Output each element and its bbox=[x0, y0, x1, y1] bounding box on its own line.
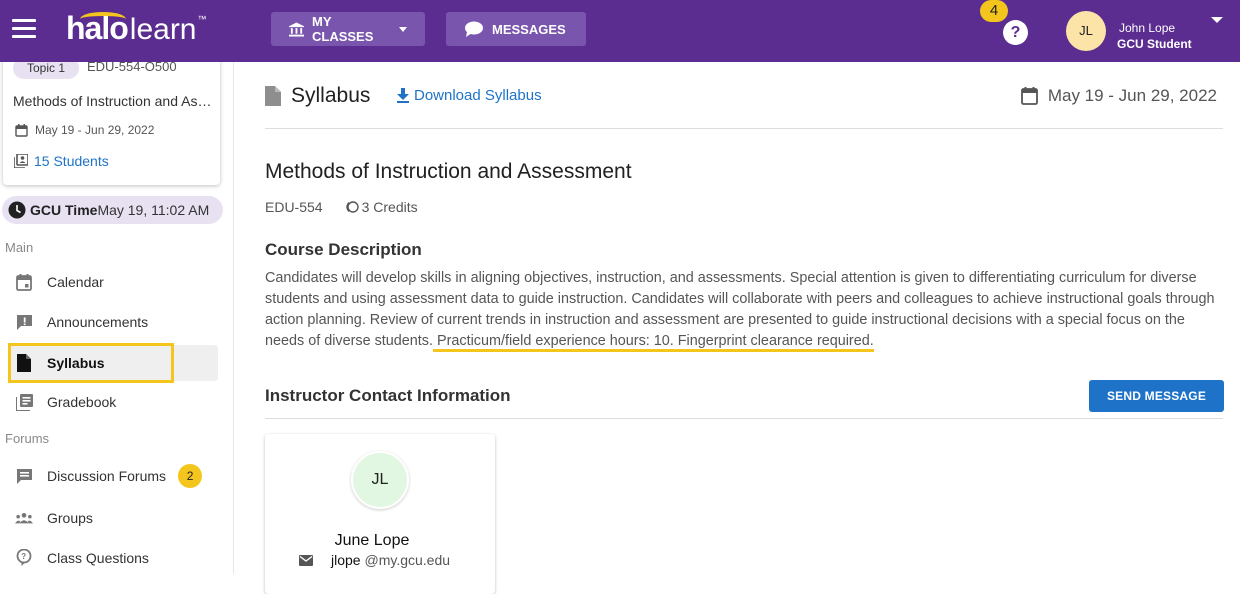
main-content: Syllabus Download Syllabus May 19 - Jun … bbox=[234, 62, 1240, 594]
sidebar-item-label: Groups bbox=[47, 510, 93, 526]
calendar-icon bbox=[15, 273, 33, 291]
header-divider bbox=[265, 128, 1223, 129]
course-meta: EDU-554 3 Credits bbox=[265, 199, 418, 215]
gradebook-icon bbox=[15, 393, 33, 411]
clock-icon bbox=[8, 201, 26, 219]
forum-count-badge: 2 bbox=[178, 464, 203, 488]
send-message-button[interactable]: SEND MESSAGE bbox=[1089, 380, 1224, 412]
sidebar: Topic 1 EDU-554-O500 Methods of Instruct… bbox=[0, 62, 234, 574]
top-bar: halolearn™ MY CLASSES MESSAGES 4 ? JL Jo… bbox=[0, 0, 1240, 62]
class-course-code: EDU-554-O500 bbox=[87, 62, 177, 74]
class-card[interactable]: Topic 1 EDU-554-O500 Methods of Instruct… bbox=[3, 62, 220, 185]
students-link[interactable]: 15 Students bbox=[14, 153, 109, 169]
my-classes-label: MY CLASSES bbox=[312, 14, 374, 44]
instructor-avatar: JL bbox=[351, 451, 409, 509]
document-icon bbox=[265, 86, 281, 106]
sidebar-item-class-questions[interactable]: ? Class Questions bbox=[8, 540, 218, 574]
instructor-email-domain[interactable]: @my.gcu.edu bbox=[364, 552, 450, 568]
user-avatar[interactable]: JL bbox=[1066, 11, 1106, 51]
messages-label: MESSAGES bbox=[492, 21, 566, 37]
download-icon bbox=[397, 88, 409, 103]
syllabus-highlight-box bbox=[8, 343, 174, 383]
announcement-icon bbox=[15, 313, 33, 331]
course-description-heading: Course Description bbox=[265, 240, 422, 259]
gcu-time-value: May 19, 11:02 AM bbox=[97, 202, 210, 218]
chevron-down-icon bbox=[399, 26, 407, 32]
my-classes-button[interactable]: MY CLASSES bbox=[271, 12, 425, 46]
gcu-time-label: GCU Time bbox=[30, 202, 98, 218]
class-title: Methods of Instruction and Assessment bbox=[13, 93, 213, 109]
sidebar-item-announcements[interactable]: Announcements bbox=[8, 304, 218, 340]
instructor-card: JL June Lope jlope @my.gcu.edu bbox=[265, 434, 495, 594]
user-menu-chevron-icon[interactable] bbox=[1211, 17, 1223, 23]
instructor-contact-heading: Instructor Contact Information bbox=[265, 386, 511, 405]
course-date-range-text: May 19 - Jun 29, 2022 bbox=[1047, 86, 1217, 105]
messages-button[interactable]: MESSAGES bbox=[446, 12, 586, 46]
user-name[interactable]: John Lope bbox=[1119, 21, 1175, 35]
course-description-highlight: Practicum/field experience hours: 10. Fi… bbox=[433, 333, 874, 352]
hamburger-menu-icon[interactable] bbox=[12, 19, 36, 39]
sidebar-item-groups[interactable]: Groups bbox=[8, 500, 218, 536]
calendar-icon bbox=[15, 123, 28, 137]
instructor-name: June Lope bbox=[334, 532, 410, 549]
students-link-text[interactable]: 15 Students bbox=[34, 153, 109, 169]
user-role: GCU Student bbox=[1117, 37, 1192, 51]
course-title: Methods of Instruction and Assessment bbox=[265, 160, 632, 183]
page-title: Syllabus bbox=[291, 84, 371, 107]
roster-icon bbox=[14, 154, 28, 168]
course-date-range: May 19 - Jun 29, 2022 bbox=[1020, 86, 1217, 106]
course-description: Candidates will develop skills in aligni… bbox=[265, 268, 1223, 352]
sidebar-item-label: Class Questions bbox=[47, 550, 149, 566]
contact-divider bbox=[265, 418, 1223, 419]
sidebar-item-label: Calendar bbox=[47, 274, 104, 290]
sidebar-item-gradebook[interactable]: Gradebook bbox=[8, 384, 218, 420]
forum-icon bbox=[15, 467, 33, 485]
credits: 3 Credits bbox=[345, 199, 418, 215]
section-main-label: Main bbox=[5, 240, 34, 255]
help-icon[interactable]: ? bbox=[1003, 20, 1028, 45]
class-dates: May 19 - Jun 29, 2022 bbox=[15, 123, 154, 137]
sidebar-item-discussion-forums[interactable]: Discussion Forums 2 bbox=[8, 458, 218, 494]
groups-icon bbox=[15, 509, 33, 527]
mail-icon bbox=[299, 554, 313, 566]
help-notification-badge: 4 bbox=[980, 0, 1008, 22]
download-syllabus-label[interactable]: Download Syllabus bbox=[414, 87, 542, 104]
institution-icon bbox=[289, 21, 304, 37]
sidebar-item-calendar[interactable]: Calendar bbox=[8, 264, 218, 300]
question-icon: ? bbox=[15, 549, 33, 567]
topic-chip[interactable]: Topic 1 bbox=[13, 62, 79, 79]
sidebar-item-label: Announcements bbox=[47, 314, 149, 330]
calendar-icon bbox=[1020, 87, 1038, 105]
sidebar-item-label: Discussion Forums bbox=[47, 468, 167, 484]
credits-icon bbox=[345, 201, 359, 213]
gcu-time-chip: GCU Time May 19, 11:02 AM bbox=[2, 196, 223, 224]
sidebar-item-label: Gradebook bbox=[47, 394, 117, 410]
halo-learn-logo[interactable]: halolearn™ bbox=[66, 10, 207, 50]
instructor-email[interactable]: jlope @my.gcu.edu bbox=[299, 552, 450, 568]
section-forums-label: Forums bbox=[5, 431, 50, 446]
download-syllabus-link[interactable]: Download Syllabus bbox=[396, 87, 542, 104]
instructor-email-user[interactable]: jlope bbox=[331, 552, 361, 568]
svg-text:?: ? bbox=[21, 552, 26, 561]
page-header: Syllabus bbox=[265, 84, 370, 108]
class-dates-text: May 19 - Jun 29, 2022 bbox=[35, 123, 155, 137]
course-code: EDU-554 bbox=[265, 199, 323, 215]
chat-bubble-icon bbox=[465, 21, 483, 37]
credits-text: 3 Credits bbox=[361, 199, 418, 215]
